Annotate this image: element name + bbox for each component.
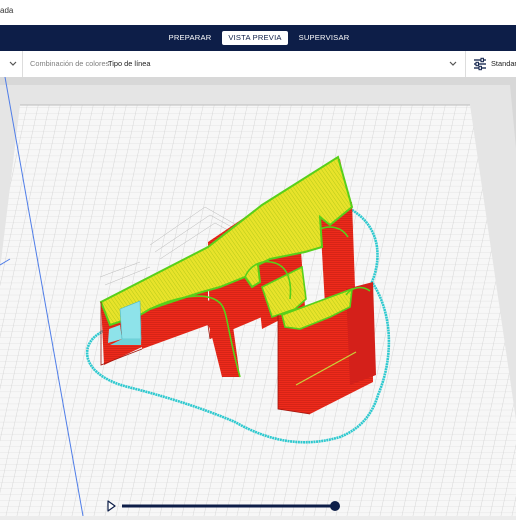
color-scheme-value: Tipo de línea (108, 59, 151, 68)
toolbar-divider (22, 51, 23, 77)
slider-handle[interactable] (330, 501, 340, 511)
play-icon[interactable] (107, 500, 116, 512)
stage-navigation: PREPARAR VISTA PREVIA SUPERVISAR (0, 25, 516, 51)
window-titlebar: ada (0, 0, 516, 26)
sliders-icon (474, 57, 486, 71)
chevron-down-icon (449, 61, 457, 66)
print-settings-button[interactable]: Standard (467, 51, 516, 77)
print-profile-label: Standard (491, 59, 516, 68)
tab-vista-previa[interactable]: VISTA PREVIA (222, 31, 288, 45)
layer-slider[interactable] (100, 497, 346, 515)
color-scheme-dropdown[interactable]: Combinación de colores Tipo de línea (26, 51, 462, 77)
toolbar-divider (465, 51, 466, 77)
build-plate-scene (0, 77, 516, 516)
window-title: ada (0, 6, 14, 15)
tab-preparar[interactable]: PREPARAR (168, 31, 212, 45)
preview-viewport[interactable] (0, 77, 516, 516)
chevron-down-icon[interactable] (8, 58, 18, 70)
tab-supervisar[interactable]: SUPERVISAR (298, 31, 350, 45)
preview-toolbar: Combinación de colores Tipo de línea Sta… (0, 51, 516, 78)
color-scheme-label: Combinación de colores (30, 59, 110, 68)
